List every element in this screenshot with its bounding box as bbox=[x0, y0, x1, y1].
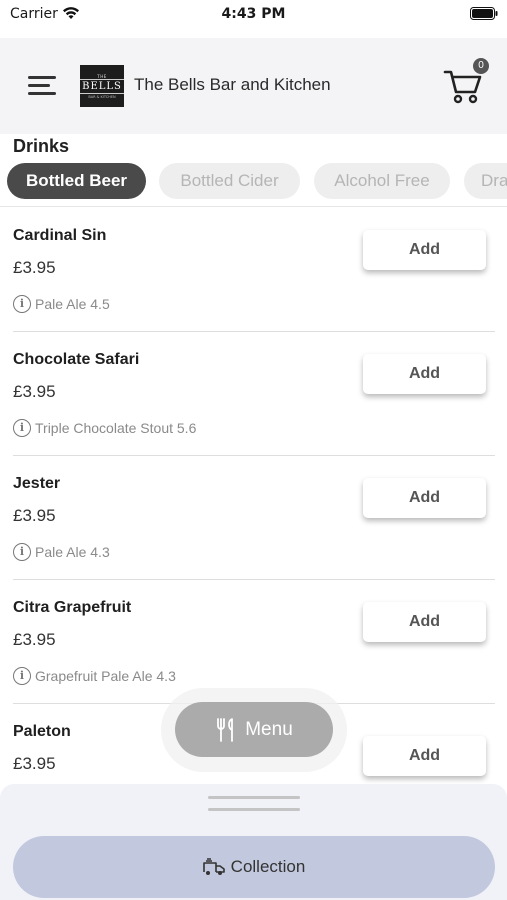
item-name: Citra Grapefruit bbox=[13, 599, 132, 616]
item-price: £3.95 bbox=[13, 630, 56, 649]
logo-sub-text: BAR & KITCHEN bbox=[88, 94, 116, 99]
menu-item: Citra Grapefruit £3.95 i Grapefruit Pale… bbox=[13, 580, 495, 704]
info-icon[interactable]: i bbox=[13, 667, 31, 685]
item-description-text: Pale Ale 4.5 bbox=[35, 296, 110, 312]
menu-button-label: Menu bbox=[245, 718, 293, 740]
cart-count-badge: 0 bbox=[473, 58, 489, 74]
add-button[interactable]: Add bbox=[363, 230, 486, 270]
hamburger-menu-icon[interactable] bbox=[28, 76, 58, 98]
menu-button[interactable]: Menu bbox=[175, 702, 333, 757]
info-icon[interactable]: i bbox=[13, 295, 31, 313]
category-tabs: Bottled Beer Bottled Cider Alcohol Free … bbox=[0, 163, 507, 199]
item-description-text: Grapefruit Pale Ale 4.3 bbox=[35, 668, 176, 684]
sheet-handle[interactable] bbox=[208, 796, 300, 799]
item-description: i Pale Ale 4.3 bbox=[13, 543, 110, 561]
logo-main-text: BELLS bbox=[80, 78, 124, 94]
section-title: Drinks bbox=[13, 136, 70, 156]
bottom-sheet: Collection bbox=[0, 784, 507, 900]
tab-bottled-cider[interactable]: Bottled Cider bbox=[159, 163, 300, 199]
add-button[interactable]: Add bbox=[363, 736, 486, 776]
item-price: £3.95 bbox=[13, 754, 56, 773]
item-price: £3.95 bbox=[13, 506, 56, 525]
restaurant-title: The Bells Bar and Kitchen bbox=[134, 75, 331, 94]
menu-item: Jester £3.95 i Pale Ale 4.3 Add bbox=[13, 456, 495, 580]
sheet-handle[interactable] bbox=[208, 808, 300, 811]
menu-item: Cardinal Sin £3.95 i Pale Ale 4.5 Add bbox=[13, 208, 495, 332]
tab-bottled-beer[interactable]: Bottled Beer bbox=[7, 163, 146, 199]
info-icon[interactable]: i bbox=[13, 419, 31, 437]
tab-draught[interactable]: Dra bbox=[464, 163, 507, 199]
add-button[interactable]: Add bbox=[363, 602, 486, 642]
item-name: Paleton bbox=[13, 723, 71, 740]
info-icon[interactable]: i bbox=[13, 543, 31, 561]
cart-button[interactable]: 0 bbox=[443, 58, 489, 106]
item-name: Jester bbox=[13, 475, 61, 492]
status-bar: Carrier 4:43 PM bbox=[0, 0, 507, 30]
item-name: Chocolate Safari bbox=[13, 351, 140, 368]
item-price: £3.95 bbox=[13, 258, 56, 277]
battery-icon bbox=[470, 7, 498, 20]
item-price: £3.95 bbox=[13, 382, 56, 401]
item-description: i Triple Chocolate Stout 5.6 bbox=[13, 419, 196, 437]
menu-item: Chocolate Safari £3.95 i Triple Chocolat… bbox=[13, 332, 495, 456]
tabs-divider bbox=[0, 206, 507, 207]
item-name: Cardinal Sin bbox=[13, 227, 107, 244]
collection-label: Collection bbox=[230, 857, 306, 876]
item-description-text: Pale Ale 4.3 bbox=[35, 544, 110, 560]
fork-knife-icon bbox=[217, 717, 234, 742]
app-header: THE BELLS BAR & KITCHEN The Bells Bar an… bbox=[0, 38, 507, 134]
status-time: 4:43 PM bbox=[221, 6, 286, 22]
tab-alcohol-free[interactable]: Alcohol Free bbox=[314, 163, 450, 199]
add-button[interactable]: Add bbox=[363, 478, 486, 518]
collection-button[interactable]: Collection bbox=[13, 836, 495, 898]
add-button[interactable]: Add bbox=[363, 354, 486, 394]
item-description-text: Triple Chocolate Stout 5.6 bbox=[35, 420, 197, 436]
van-icon bbox=[202, 858, 225, 875]
item-description: i Grapefruit Pale Ale 4.3 bbox=[13, 667, 176, 685]
item-description: i Pale Ale 4.5 bbox=[13, 295, 110, 313]
restaurant-logo: THE BELLS BAR & KITCHEN bbox=[80, 65, 124, 107]
